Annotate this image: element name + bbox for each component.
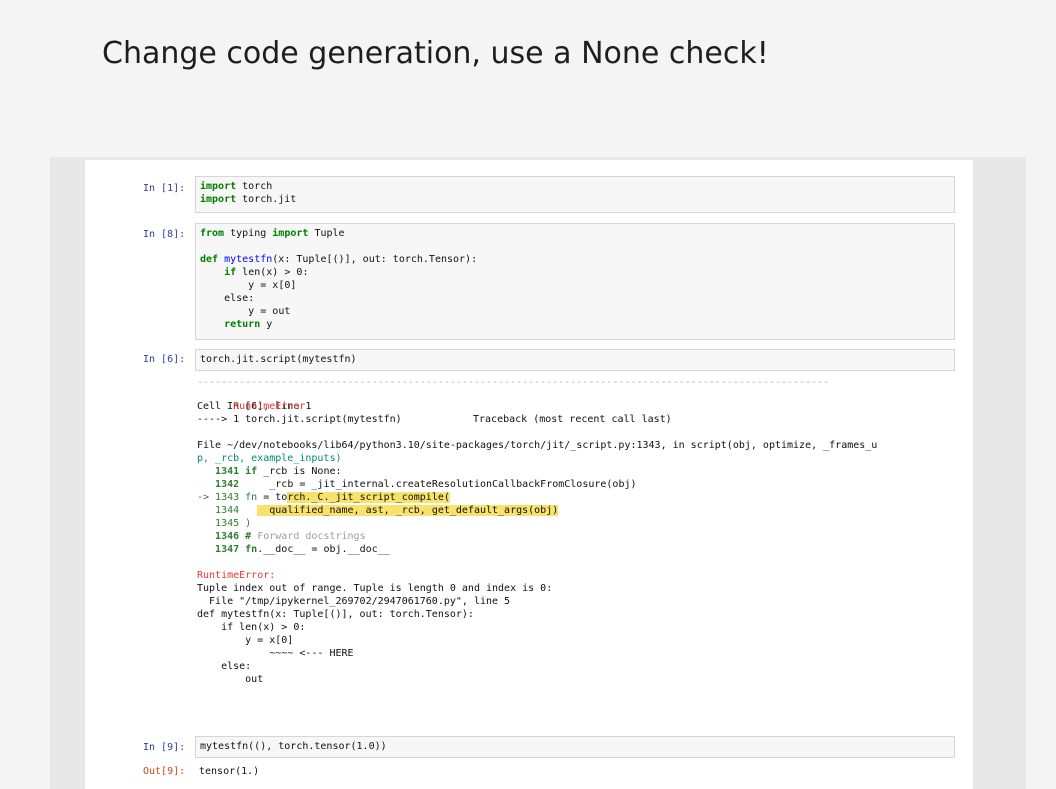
traceback-source-line: 1342 _rcb = _jit_internal.createResoluti… xyxy=(197,479,637,490)
traceback-header-right: Traceback (most recent call last) xyxy=(473,414,672,425)
error-message-line: ~~~~ <--- HERE xyxy=(197,648,354,659)
traceback-source-line: 1346 # Forward docstrings xyxy=(197,531,366,542)
traceback-source-line: -> 1343 fn = torch._C._jit_script_compil… xyxy=(197,492,450,503)
error-message-line: out xyxy=(197,674,264,685)
code-cell-4[interactable]: mytestfn((), torch.tensor(1.0)) xyxy=(195,736,955,758)
code-line: if len(x) > 0: xyxy=(224,267,309,278)
traceback-source-line: 1345 ) xyxy=(197,518,252,529)
code-line: y = out xyxy=(248,306,291,317)
error-message-line: Tuple index out of range. Tuple is lengt… xyxy=(197,583,553,594)
code-line: def mytestfn(x: Tuple[()], out: torch.Te… xyxy=(200,254,478,265)
cell-prompt: In [6]: xyxy=(143,354,186,365)
error-name: RuntimeError xyxy=(233,401,306,412)
traceback-output: ----------------------------------------… xyxy=(197,379,957,686)
jupyter-notebook: In [1]: import torch import torch.jit In… xyxy=(85,160,973,789)
slide-title: Change code generation, use a None check… xyxy=(102,36,769,71)
code-line: from typing import Tuple xyxy=(200,228,345,239)
traceback-header: RuntimeError Traceback (most recent call… xyxy=(197,387,957,425)
traceback-file-line-cont: p, _rcb, example_inputs) xyxy=(197,453,342,464)
code-line: mytestfn((), torch.tensor(1.0)) xyxy=(200,741,387,752)
out-prompt: Out[9]: xyxy=(143,766,186,777)
output-value: tensor(1.) xyxy=(199,766,260,777)
code-cell-3[interactable]: torch.jit.script(mytestfn) xyxy=(195,349,955,371)
traceback-source-line: 1341 if _rcb is None: xyxy=(197,466,342,477)
error-message-line: y = x[0] xyxy=(197,635,294,646)
code-cell-1[interactable]: import torch import torch.jit xyxy=(195,176,955,213)
traceback-file-line: File ~/dev/notebooks/lib64/python3.10/si… xyxy=(197,440,878,451)
error-message-line: def mytestfn(x: Tuple[()], out: torch.Te… xyxy=(197,609,474,620)
runtime-error-label: RuntimeError: xyxy=(197,570,276,581)
traceback-divider: ----------------------------------------… xyxy=(197,379,830,387)
code-line: return y xyxy=(224,319,273,330)
code-line: import torch xyxy=(200,181,273,192)
code-line: y = x[0] xyxy=(248,280,297,291)
cell-prompt: In [1]: xyxy=(143,183,186,194)
code-line: torch.jit.script(mytestfn) xyxy=(200,354,357,365)
traceback-source-line: 1344 qualified_name, ast, _rcb, get_defa… xyxy=(197,505,559,516)
error-message-line: else: xyxy=(197,661,252,672)
code-cell-2[interactable]: from typing import Tuple def mytestfn(x: … xyxy=(195,223,955,340)
cell-prompt: In [8]: xyxy=(143,229,186,240)
error-message-line: File "/tmp/ipykernel_269702/2947061760.p… xyxy=(197,596,511,607)
code-line: import torch.jit xyxy=(200,194,297,205)
cell-prompt: In [9]: xyxy=(143,742,186,753)
traceback-source-line: 1347 fn.__doc__ = obj.__doc__ xyxy=(197,544,390,555)
code-line: else: xyxy=(224,293,255,304)
traceback-cell-line: Cell In [6], line 1 xyxy=(197,401,312,412)
error-message-line: if len(x) > 0: xyxy=(197,622,306,633)
